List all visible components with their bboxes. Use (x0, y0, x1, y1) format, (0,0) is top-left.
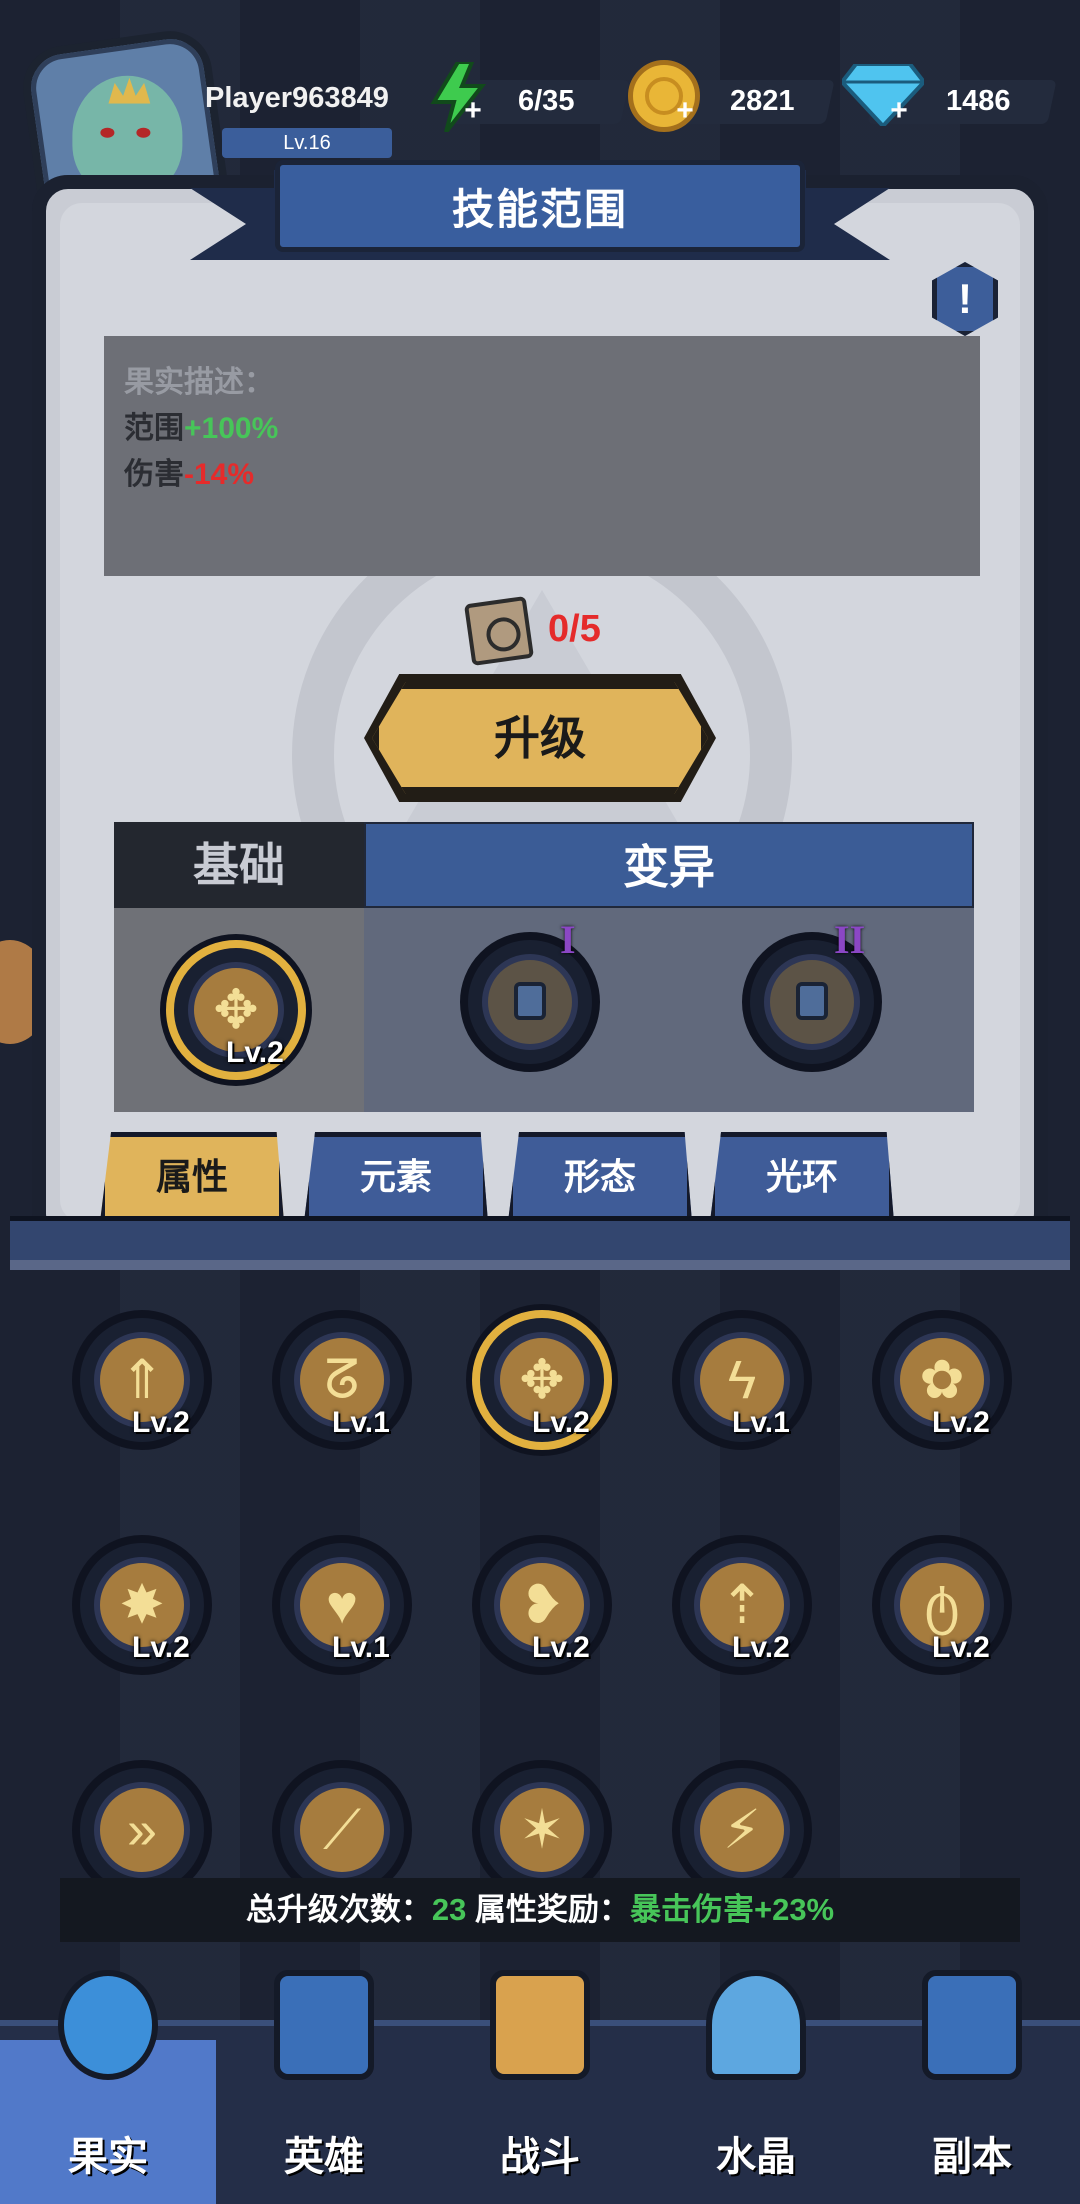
energy-value: 6/35 (518, 85, 575, 117)
variant-numeral: II (834, 917, 866, 962)
crystal-icon (706, 1970, 806, 2080)
skill-level: Lv.1 (732, 1406, 790, 1439)
tab-attribute[interactable]: 属性 (100, 1132, 284, 1222)
skill-tree: 基础 变异 ✥ Lv.2 I II (114, 822, 974, 1112)
scroll-icon (463, 595, 535, 667)
skill-level: Lv.2 (226, 1036, 284, 1069)
crack-icon: ⚡ (723, 1800, 761, 1860)
grid-skill[interactable]: ⟋ (272, 1760, 412, 1880)
fruit-description: 果实描述： 范围+100% 伤害-14% (104, 336, 980, 576)
nav-label: 果实 (68, 2135, 148, 2179)
variant-numeral: I (560, 917, 576, 962)
grid-skill[interactable]: ✶ (472, 1760, 612, 1880)
category-tabs: 属性 元素 形态 光环 (0, 1132, 1080, 1222)
variant-skill-1[interactable] (460, 932, 600, 1072)
nav-item[interactable]: 英雄 (216, 1970, 432, 2204)
skill-level: Lv.2 (932, 1406, 990, 1439)
nav-item[interactable]: 副本 (864, 1970, 1080, 2204)
hero-icon (274, 1970, 374, 2080)
grid-skill[interactable]: ᘔ Lv.1 (272, 1310, 412, 1450)
description-line: 范围+100% (124, 412, 279, 445)
burst-icon: ✶ (519, 1800, 565, 1860)
upgrade-cost: 0/5 (548, 608, 601, 650)
energy-plus-icon[interactable]: + (460, 96, 486, 126)
nav-label: 英雄 (284, 2135, 364, 2179)
lock-icon (514, 982, 546, 1020)
nav-item[interactable]: 果实 (0, 1970, 216, 2204)
grid-skill[interactable]: ❥ Lv.2 (472, 1535, 612, 1675)
dungeon-flag-icon (922, 1970, 1022, 2080)
nav-item[interactable]: 战斗 (432, 1970, 648, 2204)
fruit-icon (58, 1970, 158, 2080)
nav-label: 副本 (932, 2135, 1012, 2179)
grid-skill[interactable]: ✸ Lv.2 (72, 1535, 212, 1675)
player-level: Lv.16 (222, 128, 392, 158)
skill-level: Lv.2 (132, 1406, 190, 1439)
page-title: 技能范围 (451, 186, 628, 233)
nav-item[interactable]: 水晶 (648, 1970, 864, 2204)
player-name: Player963849 (205, 82, 389, 114)
skill-level: Lv.1 (332, 1631, 390, 1664)
skill-level: Lv.2 (732, 1631, 790, 1664)
tab-element[interactable]: 元素 (304, 1132, 488, 1222)
skill-level: Lv.2 (532, 1631, 590, 1664)
chevrons-icon: » (126, 1800, 158, 1860)
gold-value: 2821 (730, 85, 795, 117)
description-line: 伤害-14% (124, 458, 255, 491)
nav-label: 水晶 (716, 2135, 796, 2179)
nav-label: 战斗 (500, 2135, 580, 2179)
grid-skill[interactable]: ♥ Lv.1 (272, 1535, 412, 1675)
grid-skill[interactable]: ✥ Lv.2 (472, 1310, 612, 1450)
grid-skill[interactable]: ϟ Lv.1 (672, 1310, 812, 1450)
grid-skill[interactable]: » (72, 1760, 212, 1880)
skill-level: Lv.2 (532, 1406, 590, 1439)
skill-grid: ⇑ Lv.2 ᘔ Lv.1 ✥ Lv.2 ϟ Lv.1 ✿ Lv.2 ✸ Lv.2 ♥ Lv.1 ❥ Lv.2… (0, 1270, 1080, 1880)
tab-base[interactable]: 基础 (114, 822, 364, 908)
base-skill[interactable]: ✥ Lv.2 (166, 940, 306, 1080)
battle-icon (490, 1970, 590, 2080)
grid-skill[interactable]: ტ Lv.2 (872, 1535, 1012, 1675)
tab-form[interactable]: 形态 (508, 1132, 692, 1222)
gold-plus-icon[interactable]: + (672, 96, 698, 126)
slash-icon: ⟋ (323, 1800, 361, 1860)
upgrade-button[interactable]: 升级 (372, 682, 708, 794)
tab-variant[interactable]: 变异 (364, 822, 974, 908)
grid-skill[interactable]: ⇑ Lv.2 (72, 1310, 212, 1450)
upgrade-summary: 总升级次数：23 属性奖励：暴击伤害+23% (60, 1878, 1020, 1942)
skill-level: Lv.2 (132, 1631, 190, 1664)
diamond-plus-icon[interactable]: + (886, 96, 912, 126)
grid-skill[interactable]: ⚡ (672, 1760, 812, 1880)
grid-skill[interactable]: ⇡ Lv.2 (672, 1535, 812, 1675)
skill-level: Lv.1 (332, 1406, 390, 1439)
tab-aura[interactable]: 光环 (710, 1132, 894, 1222)
description-heading: 果实描述： (124, 366, 274, 399)
grid-skill[interactable]: ✿ Lv.2 (872, 1310, 1012, 1450)
crown-icon (108, 78, 150, 104)
lock-icon (796, 982, 828, 1020)
diamond-value: 1486 (946, 85, 1011, 117)
skill-level: Lv.2 (932, 1631, 990, 1664)
